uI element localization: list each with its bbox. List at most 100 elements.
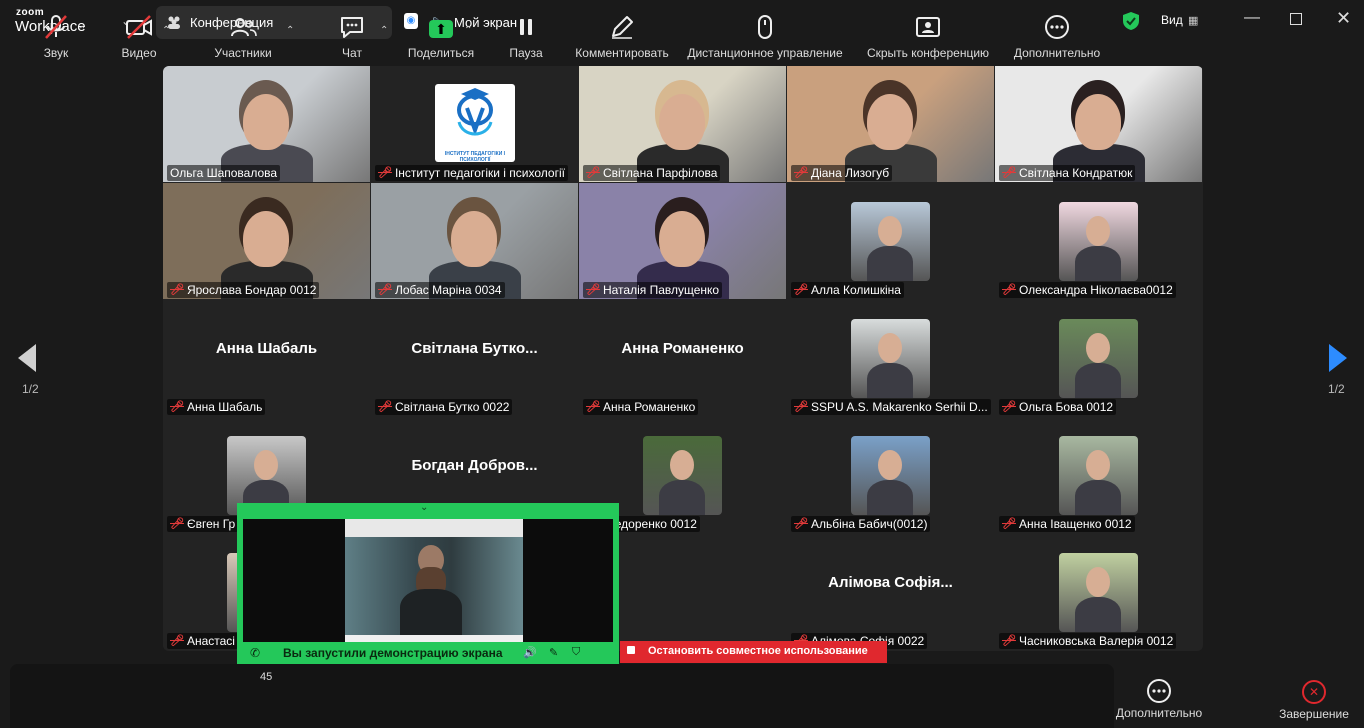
mic-muted-icon: 🎤︎ [378,401,392,413]
mic-muted-icon: 🎤︎ [794,518,808,530]
mic-muted-icon: 🎤︎ [170,284,184,296]
participant-display-name: Анна Шабаль [215,340,318,357]
participant-tile[interactable]: Ольга Шаповалова [163,66,370,182]
participant-tile[interactable]: 🎤︎ Наталія Павлущенко [579,183,786,299]
participant-tile[interactable]: 🎤︎ SSPU A.S. Makarenko Serhii D... [787,300,994,416]
participant-display-name: Анна Романенко [621,340,744,357]
participant-tile[interactable]: 🎤︎ Ярослава Бондар 0012 [163,183,370,299]
chat-options-chevron-icon[interactable]: ⌃ [380,20,388,38]
grid-view-icon[interactable]: ▦ [1188,14,1198,27]
mic-muted-icon [38,12,74,42]
participant-tile[interactable]: ІНСТИТУТ ПЕДАГОГІКИ І ПСИХОЛОГІЇ 🎤︎ Інстит… [371,66,578,182]
chat-button[interactable]: Чат [336,12,368,60]
participant-name: Алла Колишкіна [810,283,901,297]
participant-name: Наталія Павлущенко [602,283,720,297]
participant-tile[interactable]: 🎤︎ Алла Колишкіна [787,183,994,299]
camera-off-icon [118,12,160,42]
share-preview-collapse-icon[interactable]: ⌄ [420,502,428,513]
stop-sharing-button[interactable]: Остановить совместное использование [620,641,887,663]
participant-name-label: 🎤︎ Діана Лизогуб [791,165,893,181]
audio-label: Звук [43,46,69,60]
participant-tile[interactable]: 🎤︎ Світлана Кондратюк [995,66,1202,182]
more-button-2[interactable]: Дополнительно [1114,676,1204,720]
participant-name: Часниковська Валерія 0012 [1018,634,1174,648]
participant-name-label: 🎤︎ Анастасі [167,633,238,649]
participants-options-chevron-icon[interactable]: ⌃ [286,20,294,38]
share-mic-muted-icon[interactable]: ✎ [549,646,558,659]
participant-tile[interactable]: Анна Романенко 🎤︎ Анна Романенко [579,300,786,416]
more-label-2: Дополнительно [1115,706,1203,720]
hide-meeting-button[interactable]: Скрыть конференцию [866,12,990,60]
participant-name: Лобас Марiна 0034 [394,283,502,297]
view-button[interactable]: Вид [1161,13,1183,27]
mic-muted-icon: 🎤︎ [1002,401,1016,413]
participant-head [659,94,705,150]
participant-name-label: Ольга Шаповалова [167,165,281,181]
prev-page-arrow-icon[interactable] [18,344,36,372]
end-meeting-button[interactable]: ✕ Завершение [1264,676,1364,721]
mic-muted-icon: 🎤︎ [1002,635,1016,647]
participant-tile[interactable]: 🎤︎ Світлана Парфілова [579,66,786,182]
participant-display-name: Алімова Софія... [828,574,953,591]
video-button[interactable]: Видео [118,12,160,60]
participant-avatar [851,202,930,281]
participant-tile[interactable]: Світлана Бутко... 🎤︎ Світлана Бутко 0022 [371,300,578,416]
participant-name: Олександра Ніколаєва0012 [1018,283,1173,297]
security-shield-icon[interactable] [1122,11,1140,31]
participant-name: Ярослава Бондар 0012 [186,283,317,297]
participant-name-label: 🎤︎ Часниковська Валерія 0012 [999,633,1177,649]
share-shield-icon[interactable]: ⛉ [572,646,580,659]
annotate-button[interactable]: Комментировать [574,12,670,60]
chat-label: Чат [342,46,362,60]
mic-muted-icon: 🎤︎ [1002,284,1016,296]
pause-share-button[interactable]: Пауза [506,12,546,60]
next-page-arrow-icon[interactable] [1329,344,1347,372]
page-indicator-right: 1/2 [1328,382,1345,396]
participant-tile[interactable]: 🎤︎ Ольга Бова 0012 [995,300,1202,416]
pen-icon [574,12,670,42]
participant-avatar [1059,436,1138,515]
close-icon[interactable]: ✕ [1336,8,1351,29]
mic-muted-icon: 🎤︎ [378,284,392,296]
phone-icon[interactable]: ✆ [250,646,260,660]
participant-avatar [851,436,930,515]
mic-muted-icon: 🎤︎ [1002,167,1016,179]
remote-control-button[interactable]: Дистанционное управление [686,12,844,60]
participant-tile[interactable]: 🎤︎ Лобас Марiна 0034 [371,183,578,299]
share-audio-icon[interactable]: 🔊 [523,646,537,659]
participant-avatar [1059,553,1138,632]
participants-icon [210,12,276,42]
participant-head [243,94,289,150]
participant-tile[interactable]: 🎤︎ Альбіна Бабич(0012) [787,417,994,533]
annotate-label: Комментировать [575,46,669,60]
participant-name: SSPU A.S. Makarenko Serhii D... [810,400,988,414]
participant-avatar [643,436,722,515]
participant-tile[interactable]: 🎤︎ Діана Лизогуб [787,66,994,182]
participant-name: Ольга Бова 0012 [1018,400,1114,414]
participant-tile[interactable]: Анна Шабаль 🎤︎ Анна Шабаль [163,300,370,416]
video-options-chevron-icon[interactable]: ⌃ [162,20,170,38]
participant-name: Анна Іващенко 0012 [1018,517,1132,531]
minimize-icon[interactable]: — [1244,9,1260,27]
participant-tile[interactable]: 🎤︎ Олександра Ніколаєва0012 [995,183,1202,299]
participants-button[interactable]: Участники [210,12,276,60]
participant-name-label: 🎤︎ Лобас Марiна 0034 [375,282,505,298]
participant-name-label: 🎤︎ Ольга Бова 0012 [999,399,1117,415]
audio-button[interactable]: Звук [38,12,74,60]
remote-control-label: Дистанционное управление [687,46,843,60]
audio-options-chevron-icon[interactable]: ⌃ [78,20,86,38]
participant-tile[interactable]: Алімова Софія...🎤︎Алімова Софія 0022 [787,534,994,650]
participant-tile[interactable]: 🎤︎ Часниковська Валерія 0012 [995,534,1202,650]
end-x-icon: ✕ [1302,680,1326,704]
mic-muted-icon: 🎤︎ [170,635,184,647]
mic-muted-icon: 🎤︎ [794,284,808,296]
meeting-toolbar [10,664,1114,728]
share-preview-window[interactable] [237,503,619,664]
page-indicator-left: 1/2 [22,382,39,396]
more-button-1[interactable]: Дополнительно [1012,12,1102,60]
participant-name-label: 🎤︎ Алла Колишкіна [791,282,904,298]
pause-label: Пауза [509,46,543,60]
maximize-icon[interactable] [1290,13,1302,25]
participant-tile[interactable]: 🎤︎ Анна Іващенко 0012 [995,417,1202,533]
share-options-chevron-icon[interactable]: ⌃ [464,20,472,38]
